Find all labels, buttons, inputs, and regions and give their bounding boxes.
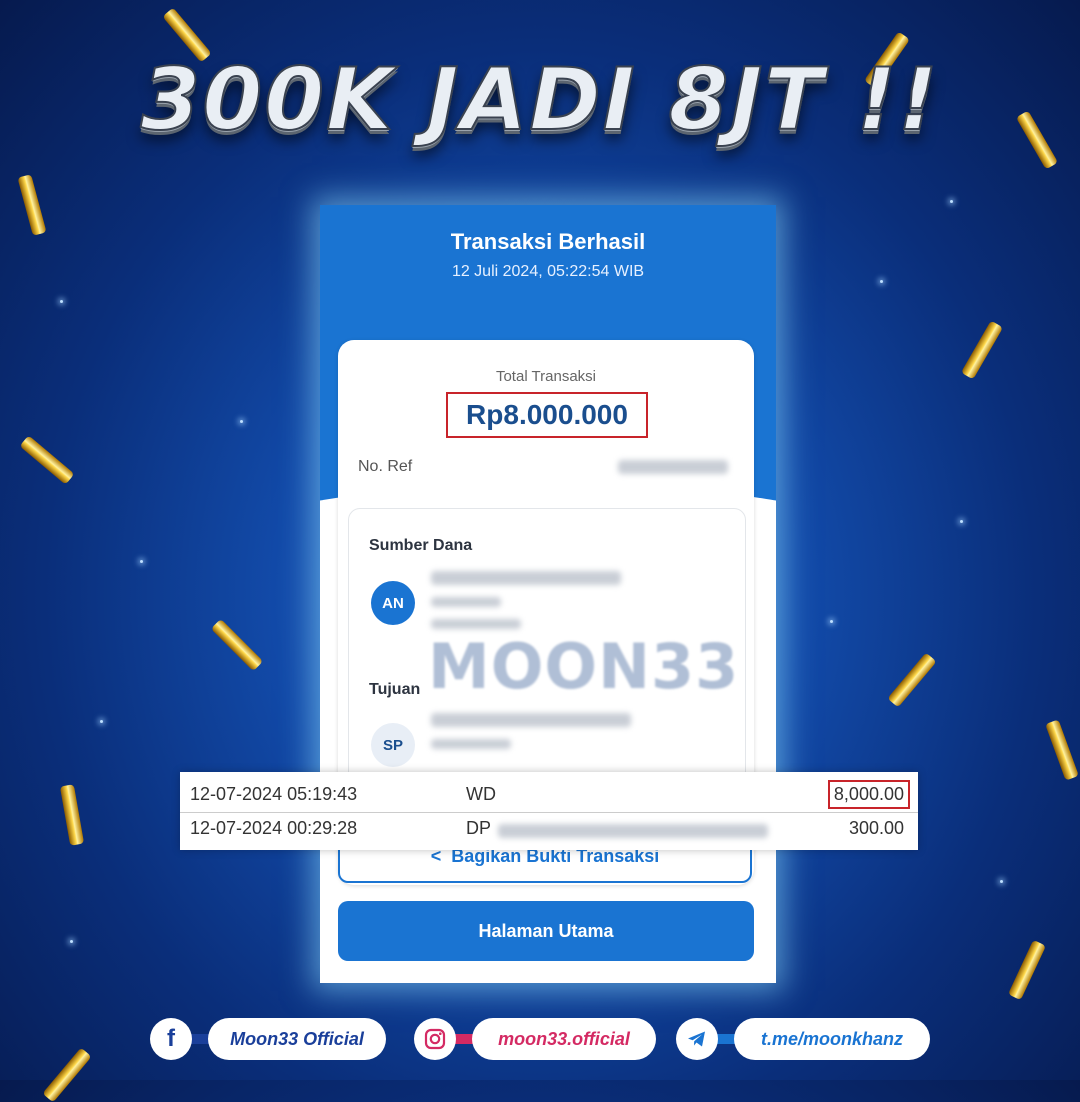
destination-detail-redacted (431, 739, 511, 749)
transaction-amount: 8,000.00 (827, 780, 910, 809)
sparkle (1000, 880, 1003, 883)
sparkle (140, 560, 143, 563)
telegram-icon[interactable] (676, 1018, 718, 1060)
sparkle (240, 420, 243, 423)
transaction-datetime: 12-07-2024 00:29:28 (190, 818, 358, 838)
ref-number-redacted (618, 460, 728, 474)
confetti (59, 784, 85, 846)
telegram-glyph (688, 1031, 705, 1047)
transaction-datetime: 12-07-2024 05:19:43 (190, 784, 358, 804)
sparkle (60, 300, 63, 303)
telegram-link[interactable]: t.me/moonkhanz (734, 1018, 930, 1060)
sparkle (100, 720, 103, 723)
sparkle (960, 520, 963, 523)
facebook-icon[interactable]: f (150, 1018, 192, 1060)
confetti (210, 618, 264, 672)
ref-label: No. Ref (358, 458, 413, 475)
facebook-link[interactable]: Moon33 Official (208, 1018, 386, 1060)
sparkle (950, 200, 953, 203)
moon33-watermark: MOON33 (428, 630, 740, 703)
instagram-icon[interactable] (414, 1018, 456, 1060)
table-row: 12-07-2024 00:29:28 DP 300.00 (180, 814, 918, 850)
transaction-amount: 300.00 (848, 818, 904, 838)
receipt-screenshot: Transaksi Berhasil 12 Juli 2024, 05:22:5… (320, 205, 776, 983)
confetti (1007, 939, 1047, 1001)
total-amount: Rp8.000.000 (446, 392, 648, 438)
headline: 300K JADI 8JT !! (140, 49, 940, 151)
sparkle (830, 620, 833, 623)
confetti (19, 435, 75, 485)
source-label: Sumber Dana (369, 537, 473, 554)
confetti (887, 652, 937, 708)
sparkle (70, 940, 73, 943)
source-name-redacted (431, 571, 621, 585)
transaction-type: WD (466, 784, 496, 804)
destination-name-redacted (431, 713, 631, 727)
confetti (17, 174, 47, 236)
receipt-datetime: 12 Juli 2024, 05:22:54 WIB (451, 263, 645, 280)
transaction-note-redacted (498, 824, 768, 838)
source-detail-redacted (431, 597, 501, 607)
destination-avatar: SP (371, 723, 415, 767)
source-avatar: AN (371, 581, 415, 625)
destination-label: Tujuan (369, 681, 421, 698)
table-row: 12-07-2024 05:19:43 WD 8,000.00 (180, 776, 918, 813)
instagram-glyph (424, 1028, 446, 1050)
total-label: Total Transaksi (495, 368, 597, 385)
sparkle (880, 280, 883, 283)
confetti (960, 320, 1004, 380)
transaction-table: 12-07-2024 05:19:43 WD 8,000.00 12-07-20… (180, 772, 918, 850)
transaction-type: DP (466, 818, 492, 838)
confetti (42, 1047, 92, 1102)
source-detail-redacted (431, 619, 521, 629)
receipt-title: Transaksi Berhasil (450, 229, 646, 254)
confetti (1045, 719, 1079, 781)
home-button[interactable]: Halaman Utama (338, 901, 754, 961)
instagram-link[interactable]: moon33.official (472, 1018, 656, 1060)
